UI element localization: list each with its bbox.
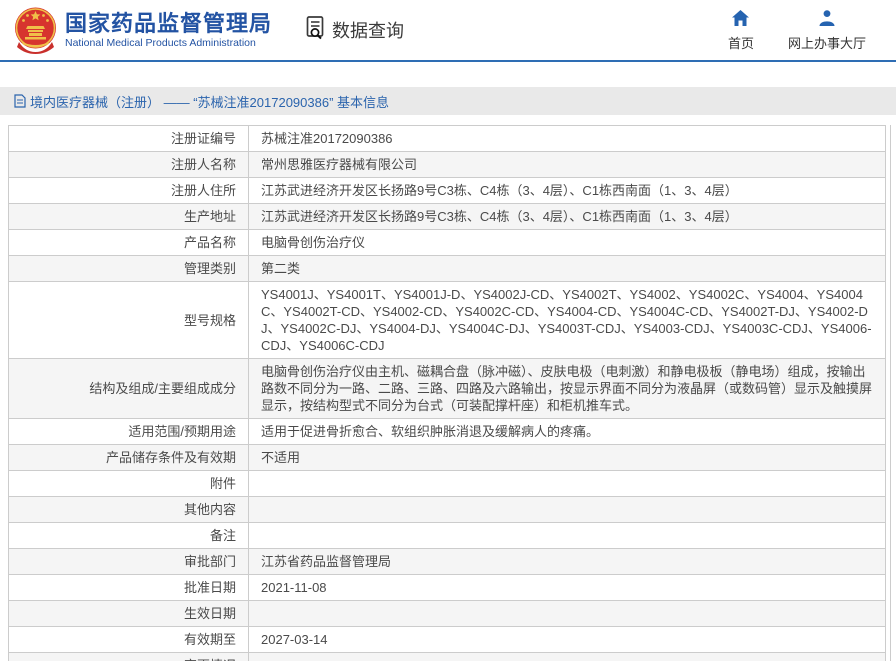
row-value — [249, 523, 886, 549]
row-label: 有效期至 — [9, 627, 249, 653]
logo-text: 国家药品监督管理局 National Medical Products Admi… — [65, 11, 272, 50]
header-nav: 首页 网上办事大厅 — [728, 9, 884, 52]
table-row: 结构及组成/主要组成成分电脑骨创伤治疗仪由主机、磁耦合盘（脉冲磁）、皮肤电极（电… — [9, 359, 886, 419]
site-title: 国家药品监督管理局 — [65, 11, 272, 37]
row-value — [249, 471, 886, 497]
user-icon — [818, 9, 836, 29]
nav-item-service-hall[interactable]: 网上办事大厅 — [788, 9, 866, 52]
info-table-body: 注册证编号苏械注准20172090386注册人名称常州思雅医疗器械有限公司注册人… — [9, 126, 886, 661]
row-label: 附件 — [9, 471, 249, 497]
table-row: 生效日期 — [9, 601, 886, 627]
page-header: 国家药品监督管理局 National Medical Products Admi… — [0, 0, 896, 62]
document-icon — [14, 94, 26, 108]
row-label: 注册人住所 — [9, 178, 249, 204]
table-row: 注册证编号苏械注准20172090386 — [9, 126, 886, 152]
row-label: 生产地址 — [9, 204, 249, 230]
row-value: 2027-03-14 — [249, 627, 886, 653]
table-row: 注册人住所江苏武进经济开发区长扬路9号C3栋、C4栋（3、4层）、C1栋西南面（… — [9, 178, 886, 204]
row-value: 适用于促进骨折愈合、软组织肿胀消退及缓解病人的疼痛。 — [249, 419, 886, 445]
table-row: 批准日期2021-11-08 — [9, 575, 886, 601]
row-value: 江苏武进经济开发区长扬路9号C3栋、C4栋（3、4层）、C1栋西南面（1、3、4… — [249, 178, 886, 204]
data-query-icon — [304, 15, 328, 46]
row-value: 2021-11-08 — [249, 575, 886, 601]
row-label: 型号规格 — [9, 282, 249, 359]
table-row: 管理类别第二类 — [9, 256, 886, 282]
home-icon — [731, 9, 750, 29]
info-table-container: 注册证编号苏械注准20172090386注册人名称常州思雅医疗器械有限公司注册人… — [8, 125, 891, 661]
row-label: 适用范围/预期用途 — [9, 419, 249, 445]
table-row: 有效期至2027-03-14 — [9, 627, 886, 653]
row-label: 批准日期 — [9, 575, 249, 601]
table-row: 产品储存条件及有效期不适用 — [9, 445, 886, 471]
row-value — [249, 653, 886, 661]
row-value: 常州思雅医疗器械有限公司 — [249, 152, 886, 178]
row-value — [249, 601, 886, 627]
row-label: 结构及组成/主要组成成分 — [9, 359, 249, 419]
site-subtitle: National Medical Products Administration — [65, 37, 272, 50]
row-label: 产品名称 — [9, 230, 249, 256]
table-row: 附件 — [9, 471, 886, 497]
row-value: 第二类 — [249, 256, 886, 282]
row-value: 电脑骨创伤治疗仪 — [249, 230, 886, 256]
row-value: 江苏省药品监督管理局 — [249, 549, 886, 575]
registration-info-table: 注册证编号苏械注准20172090386注册人名称常州思雅医疗器械有限公司注册人… — [8, 125, 886, 661]
data-query-label: 数据查询 — [332, 17, 404, 43]
nav-item-label: 网上办事大厅 — [788, 33, 866, 52]
data-query-section[interactable]: 数据查询 — [304, 15, 404, 46]
row-label: 备注 — [9, 523, 249, 549]
row-label: 产品储存条件及有效期 — [9, 445, 249, 471]
row-label: 其他内容 — [9, 497, 249, 523]
row-label: 审批部门 — [9, 549, 249, 575]
row-value: 不适用 — [249, 445, 886, 471]
breadcrumb-text: 境内医疗器械（注册） —— “苏械注准20172090386” 基本信息 — [30, 92, 389, 111]
table-row: 型号规格YS4001J、YS4001T、YS4001J-D、YS4002J-CD… — [9, 282, 886, 359]
table-row: 适用范围/预期用途适用于促进骨折愈合、软组织肿胀消退及缓解病人的疼痛。 — [9, 419, 886, 445]
row-label: 注册证编号 — [9, 126, 249, 152]
row-value: 电脑骨创伤治疗仪由主机、磁耦合盘（脉冲磁）、皮肤电极（电刺激）和静电极板（静电场… — [249, 359, 886, 419]
row-value — [249, 497, 886, 523]
table-row: 备注 — [9, 523, 886, 549]
row-label: 变更情况 — [9, 653, 249, 661]
table-row: 审批部门江苏省药品监督管理局 — [9, 549, 886, 575]
breadcrumb: 境内医疗器械（注册） —— “苏械注准20172090386” 基本信息 — [0, 87, 896, 115]
nav-item-home[interactable]: 首页 — [728, 9, 754, 52]
table-row: 生产地址江苏武进经济开发区长扬路9号C3栋、C4栋（3、4层）、C1栋西南面（1… — [9, 204, 886, 230]
row-label: 注册人名称 — [9, 152, 249, 178]
table-row: 其他内容 — [9, 497, 886, 523]
nav-item-label: 首页 — [728, 33, 754, 52]
row-label: 管理类别 — [9, 256, 249, 282]
table-row: 变更情况 — [9, 653, 886, 661]
table-row: 注册人名称常州思雅医疗器械有限公司 — [9, 152, 886, 178]
row-value: 苏械注准20172090386 — [249, 126, 886, 152]
row-value: 江苏武进经济开发区长扬路9号C3栋、C4栋（3、4层）、C1栋西南面（1、3、4… — [249, 204, 886, 230]
row-value: YS4001J、YS4001T、YS4001J-D、YS4002J-CD、YS4… — [249, 282, 886, 359]
row-label: 生效日期 — [9, 601, 249, 627]
national-emblem-logo — [13, 6, 58, 54]
table-row: 产品名称电脑骨创伤治疗仪 — [9, 230, 886, 256]
